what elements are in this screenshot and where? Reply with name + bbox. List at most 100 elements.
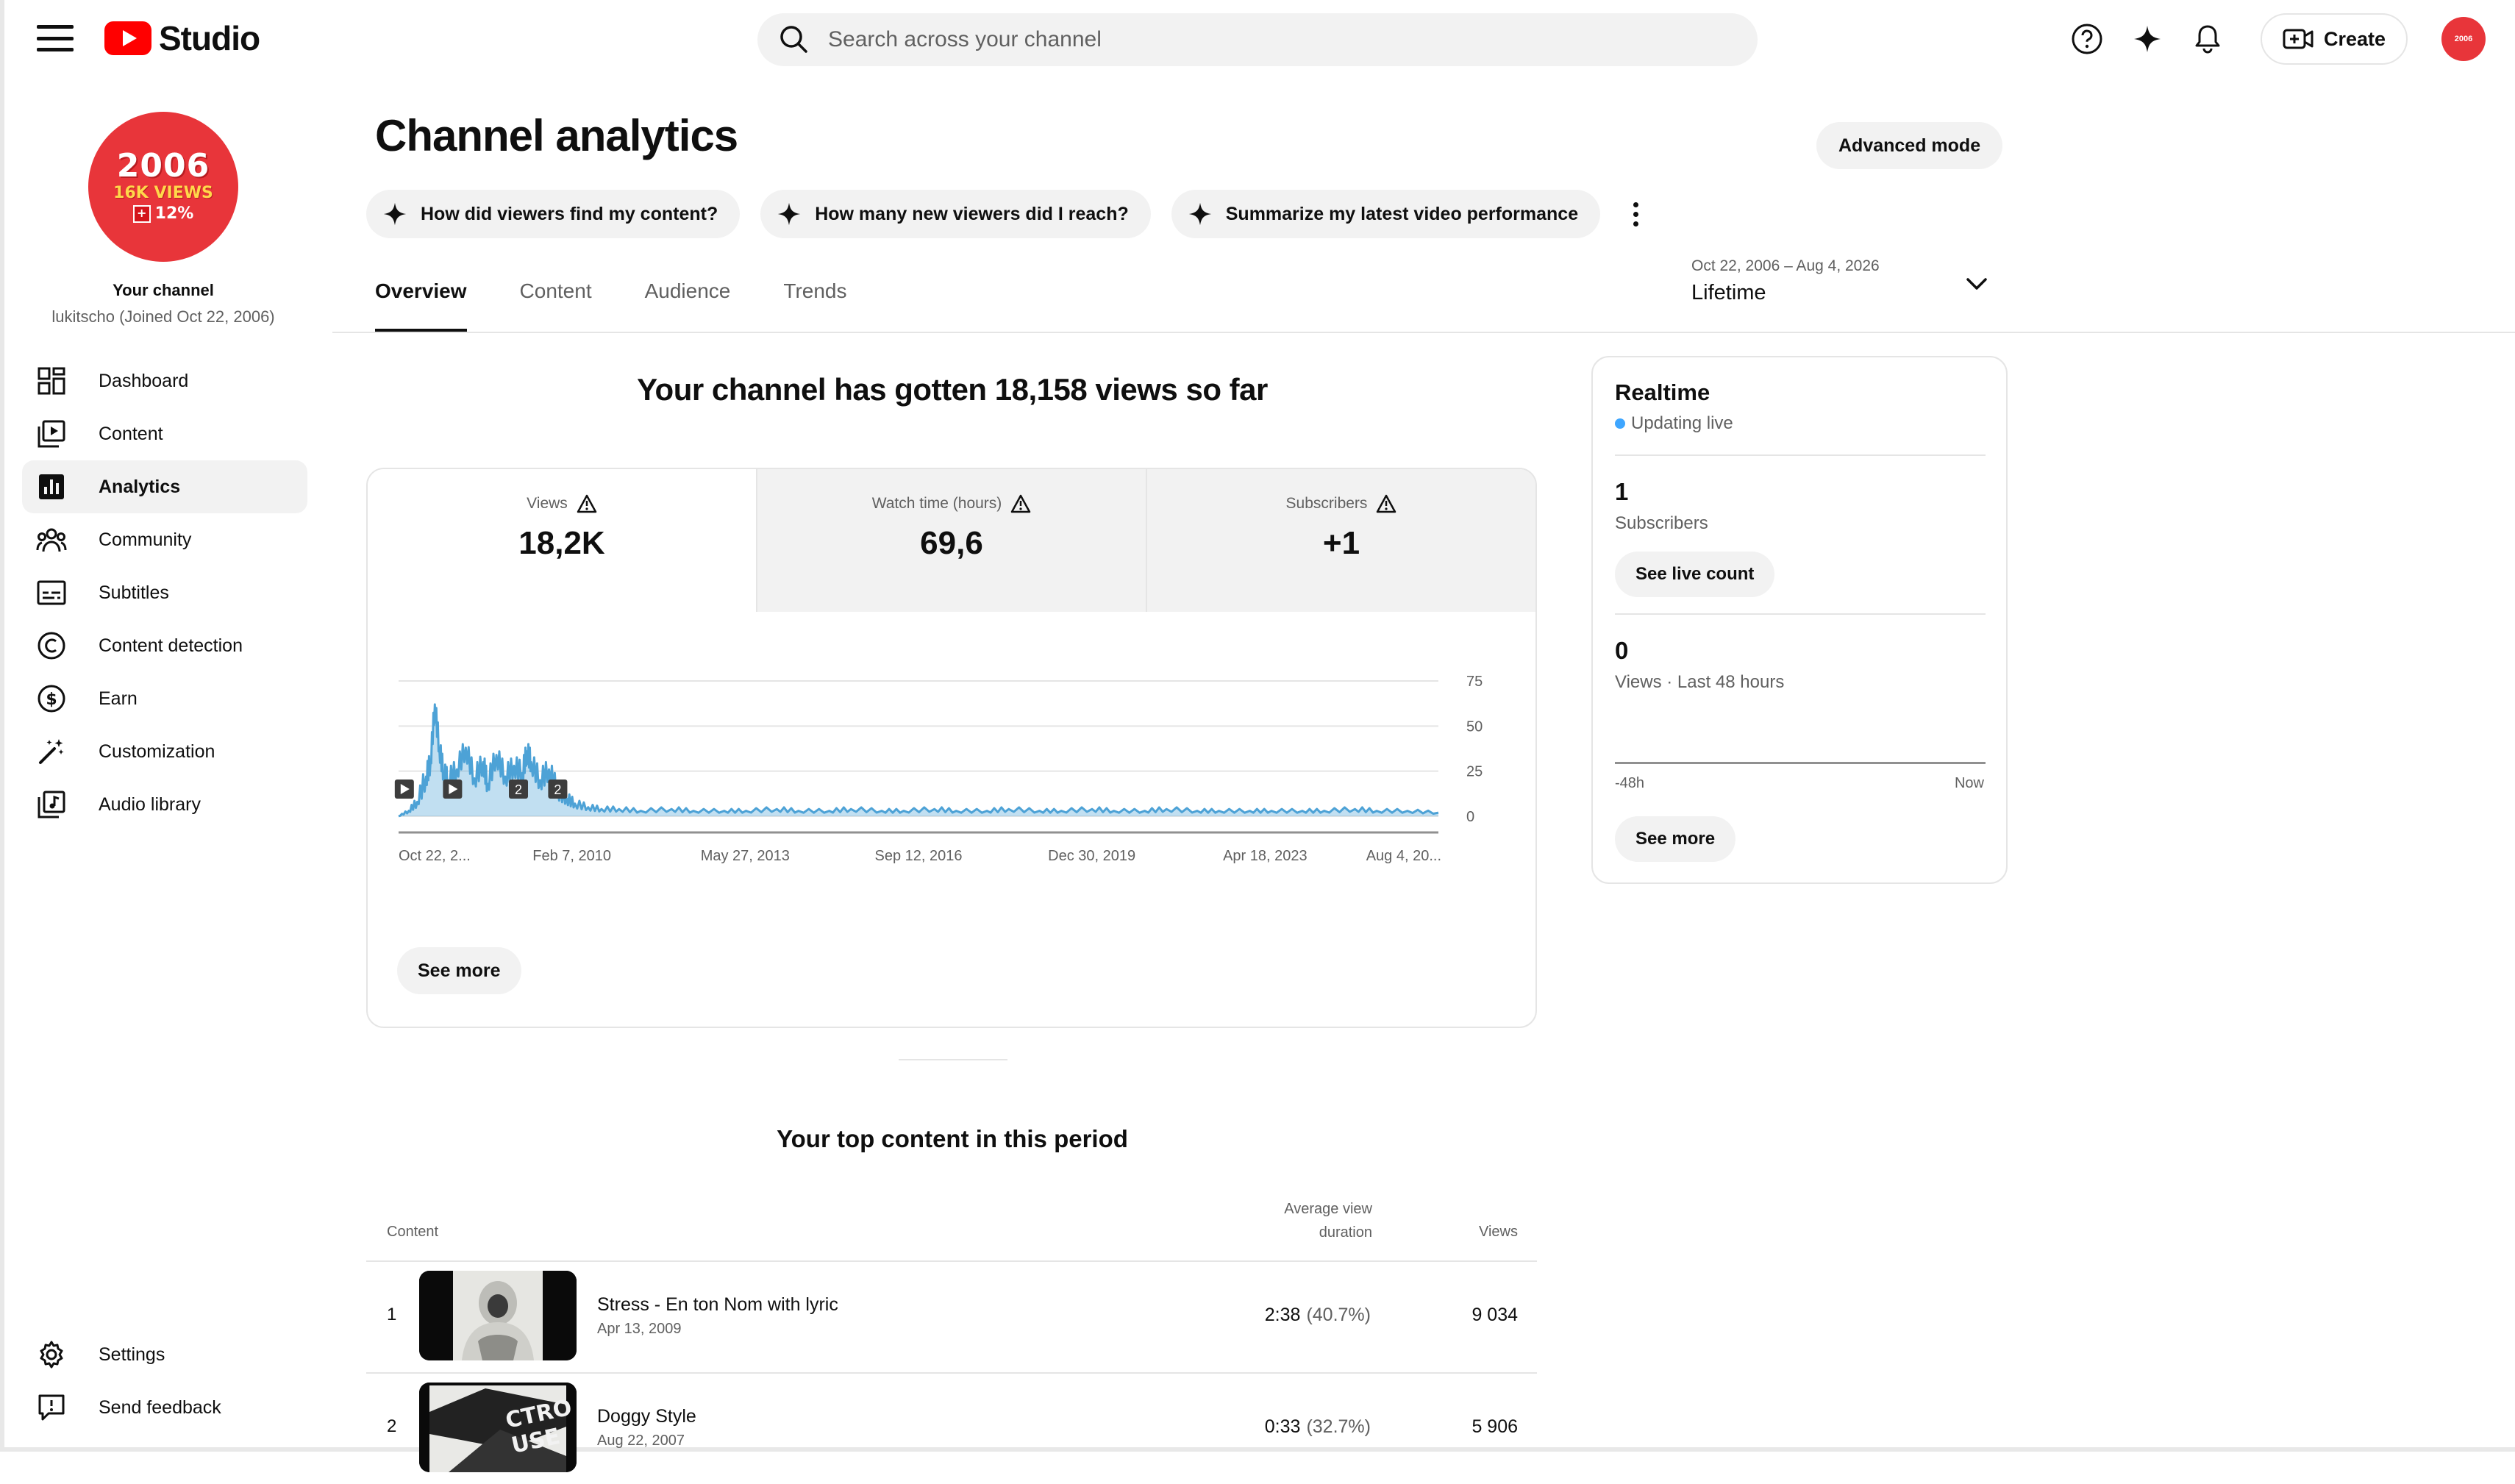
realtime-card: Realtime Updating live 1 Subscribers See…	[1591, 356, 2008, 884]
realtime-axis-start: -48h	[1615, 775, 1645, 791]
sidebar-item-content[interactable]: Content	[22, 407, 307, 460]
create-button[interactable]: Create	[2260, 13, 2408, 65]
video-published-marker	[394, 780, 414, 799]
sidebar-item-send-feedback[interactable]: Send feedback	[22, 1381, 307, 1434]
sidebar-item-label: Content	[99, 423, 163, 444]
dashboard-icon	[35, 365, 68, 397]
sparkle-icon	[777, 202, 801, 226]
warning-icon	[1377, 494, 1396, 513]
realtime-chart-axis	[1615, 762, 1986, 764]
notifications-bell-icon[interactable]	[2187, 18, 2228, 60]
column-header-avg-view-duration[interactable]: Average view duration	[1250, 1197, 1372, 1244]
sidebar-item-audio-library[interactable]: Audio library	[22, 778, 307, 831]
your-channel-label: Your channel	[113, 281, 214, 299]
sidebar-item-label: Content detection	[99, 635, 243, 656]
sidebar-item-label: Dashboard	[99, 370, 189, 391]
sidebar-item-settings[interactable]: Settings	[22, 1328, 307, 1381]
see-live-count-button[interactable]: See live count	[1615, 552, 1775, 597]
realtime-divider	[1615, 454, 1986, 456]
video-date: Aug 22, 2007	[597, 1433, 685, 1449]
sidebar-item-dashboard[interactable]: Dashboard	[22, 354, 307, 407]
realtime-views-label: Views · Last 48 hours	[1615, 672, 1785, 692]
channel-handle: lukitscho (Joined Oct 22, 2006)	[51, 307, 275, 326]
sidebar-item-label: Send feedback	[99, 1396, 221, 1418]
suggestion-chip[interactable]: How many new viewers did I reach?	[760, 190, 1151, 238]
sidebar-item-label: Earn	[99, 688, 138, 709]
tab-content[interactable]: Content	[520, 279, 592, 332]
metric-value: +1	[1322, 525, 1360, 561]
video-thumbnail[interactable]	[419, 1271, 577, 1360]
analytics-tabs: Overview Content Audience Trends	[375, 279, 846, 332]
avatar-line-1: 2006	[116, 147, 210, 185]
realtime-axis-end: Now	[1954, 775, 1984, 791]
swiss-flag-icon: +	[132, 205, 151, 223]
community-icon	[35, 524, 68, 556]
see-more-button[interactable]: See more	[397, 947, 521, 994]
studio-logo[interactable]: Studio	[104, 16, 260, 60]
sidebar-item-label: Community	[99, 529, 192, 550]
realtime-title: Realtime	[1615, 379, 1710, 405]
tab-trends[interactable]: Trends	[783, 279, 846, 332]
metric-tab-subscribers[interactable]: Subscribers +1	[1146, 469, 1535, 612]
y-tick-label: 0	[1466, 809, 1474, 825]
tab-audience[interactable]: Audience	[645, 279, 731, 332]
section-divider	[899, 1059, 1007, 1060]
suggestion-chips: How did viewers find my content? How man…	[366, 190, 1650, 238]
content-icon	[35, 418, 68, 450]
metric-tab-views[interactable]: Views 18,2K	[368, 469, 756, 612]
video-thumbnail[interactable]: CTRO USE	[419, 1383, 577, 1472]
sidebar-item-label: Customization	[99, 741, 215, 762]
column-header-views[interactable]: Views	[1456, 1224, 1518, 1241]
table-row[interactable]: 1 Stress - En ton Nom with lyric Apr 13,…	[366, 1262, 1537, 1372]
views-chart[interactable]: 75 50 25 0 2 2 Oct 22, 2... Feb 7, 2010 May 27, …	[368, 612, 1535, 935]
top-right-actions: Create 2006	[2066, 13, 2486, 65]
sidebar-item-label: Settings	[99, 1344, 165, 1365]
x-tick-label: Feb 7, 2010	[532, 848, 611, 864]
realtime-status: Updating live	[1615, 413, 1733, 434]
sidebar-item-content-detection[interactable]: Content detection	[22, 619, 307, 672]
sidebar-item-earn[interactable]: $ Earn	[22, 672, 307, 725]
audio-library-icon	[35, 788, 68, 821]
column-header-content: Content	[387, 1224, 439, 1240]
youtube-logo-icon	[104, 21, 151, 55]
realtime-see-more-button[interactable]: See more	[1615, 816, 1736, 862]
avg-view-duration: 0:33 (32.7%)	[1264, 1416, 1371, 1437]
metric-label: Watch time (hours)	[871, 495, 1002, 512]
advanced-mode-button[interactable]: Advanced mode	[1816, 122, 2003, 169]
channel-avatar[interactable]: 2006 16K VIEWS +12%	[88, 112, 238, 262]
video-title[interactable]: Doggy Style	[597, 1406, 696, 1427]
more-options-icon[interactable]	[1621, 193, 1650, 235]
x-tick-label: Dec 30, 2019	[1048, 848, 1135, 864]
overview-card: Views 18,2K Watch time (hours) 69,6 Subs…	[366, 468, 1537, 1028]
sidebar-item-customization[interactable]: Customization	[22, 725, 307, 778]
live-dot-icon	[1615, 418, 1625, 429]
sidebar-item-subtitles[interactable]: Subtitles	[22, 566, 307, 619]
metric-tab-watch-time[interactable]: Watch time (hours) 69,6	[756, 469, 1146, 612]
tab-overview[interactable]: Overview	[375, 279, 467, 332]
video-title[interactable]: Stress - En ton Nom with lyric	[597, 1294, 838, 1316]
account-avatar[interactable]: 2006	[2441, 17, 2486, 61]
top-bar: Studio Create 2006	[0, 0, 2515, 76]
help-icon[interactable]	[2066, 18, 2108, 60]
suggestion-chip[interactable]: How did viewers find my content?	[366, 190, 741, 238]
magic-wand-icon	[35, 735, 68, 768]
search-bar[interactable]	[757, 13, 1758, 66]
avatar-line-3: +12%	[132, 203, 193, 225]
video-date: Apr 13, 2009	[597, 1321, 682, 1337]
create-video-icon	[2283, 29, 2314, 49]
metric-value: 69,6	[920, 525, 983, 561]
gear-icon	[35, 1338, 68, 1371]
y-tick-label: 50	[1466, 718, 1483, 735]
table-row[interactable]: 2 CTRO USE Doggy Style Aug 22, 2007 0:33…	[366, 1374, 1537, 1484]
search-input[interactable]	[827, 26, 1712, 53]
sidebar-item-analytics[interactable]: Analytics	[22, 460, 307, 513]
tabs-divider	[332, 332, 2515, 333]
sparkle-icon[interactable]	[2127, 18, 2168, 60]
logo-text: Studio	[159, 19, 260, 57]
date-range-picker[interactable]: Oct 22, 2006 – Aug 4, 2026 Lifetime	[1691, 257, 2000, 310]
multi-video-marker: 2	[509, 780, 529, 799]
suggestion-chip[interactable]: Summarize my latest video performance	[1171, 190, 1601, 238]
hamburger-menu-icon[interactable]	[37, 25, 74, 51]
sidebar-item-community[interactable]: Community	[22, 513, 307, 566]
chip-label: How did viewers find my content?	[421, 203, 718, 224]
